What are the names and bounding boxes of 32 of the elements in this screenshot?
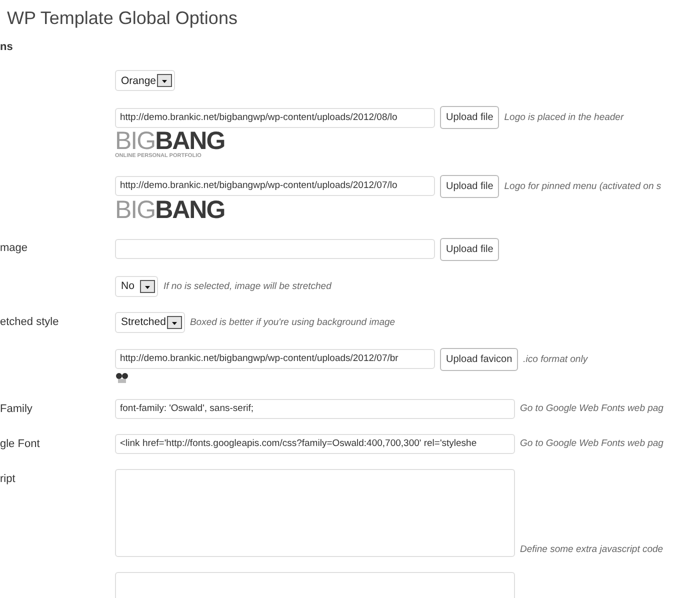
upload-button[interactable]: Upload file	[440, 174, 500, 198]
field-hint: Boxed is better if you're using background image	[190, 316, 396, 328]
field-hint: Logo is placed in the header	[504, 112, 624, 123]
text-field[interactable]: <link href='http://fonts.googleapis.com/css?family=Oswald:400,700,300' rel='styleshe	[115, 434, 515, 454]
url-field[interactable]: http://demo.brankic.net/bigbangwp/wp-content/uploads/2012/07/lo	[115, 176, 435, 196]
option-label: gle Font	[0, 436, 40, 452]
logo: BIGBANG	[115, 129, 225, 154]
url-field[interactable]: http://demo.brankic.net/bigbangwp/wp-content/uploads/2012/07/br	[115, 349, 435, 369]
option-label: Family	[0, 402, 32, 416]
field-hint: Define some extra javascript code	[520, 544, 664, 554]
upload-button[interactable]: Upload file	[440, 106, 500, 129]
field-hint: If no is selected, image will be stretched	[163, 280, 332, 292]
field-hint: Go to Google Web Fonts web pag	[520, 438, 664, 449]
script-field[interactable]	[115, 468, 515, 556]
option-label: ript	[0, 472, 16, 486]
section-heading: ns	[0, 41, 14, 53]
field-hint: Logo for pinned menu (activated on s	[504, 180, 662, 192]
dropdown[interactable]: Stretched	[115, 312, 185, 332]
upload-button[interactable]: Upload file	[440, 238, 500, 260]
field-hint: .ico format only	[523, 354, 588, 364]
favicon-icon	[115, 372, 129, 384]
dropdown[interactable]: No	[115, 276, 158, 296]
logo: BIGBANG	[115, 198, 225, 222]
option-label: etched style	[0, 314, 59, 330]
upload-button[interactable]: Upload favicon	[440, 348, 518, 370]
page-title: WP Template Global Options	[7, 7, 238, 30]
url-field[interactable]	[115, 239, 435, 259]
field-hint: Go to Google Web Fonts web pag	[520, 403, 664, 414]
url-field[interactable]: http://demo.brankic.net/bigbangwp/wp-content/uploads/2012/08/lo	[115, 108, 435, 128]
text-field[interactable]: font-family: 'Oswald', sans-serif;	[115, 398, 515, 418]
dropdown[interactable]: Orange	[115, 70, 176, 91]
option-label: mage	[0, 240, 28, 256]
